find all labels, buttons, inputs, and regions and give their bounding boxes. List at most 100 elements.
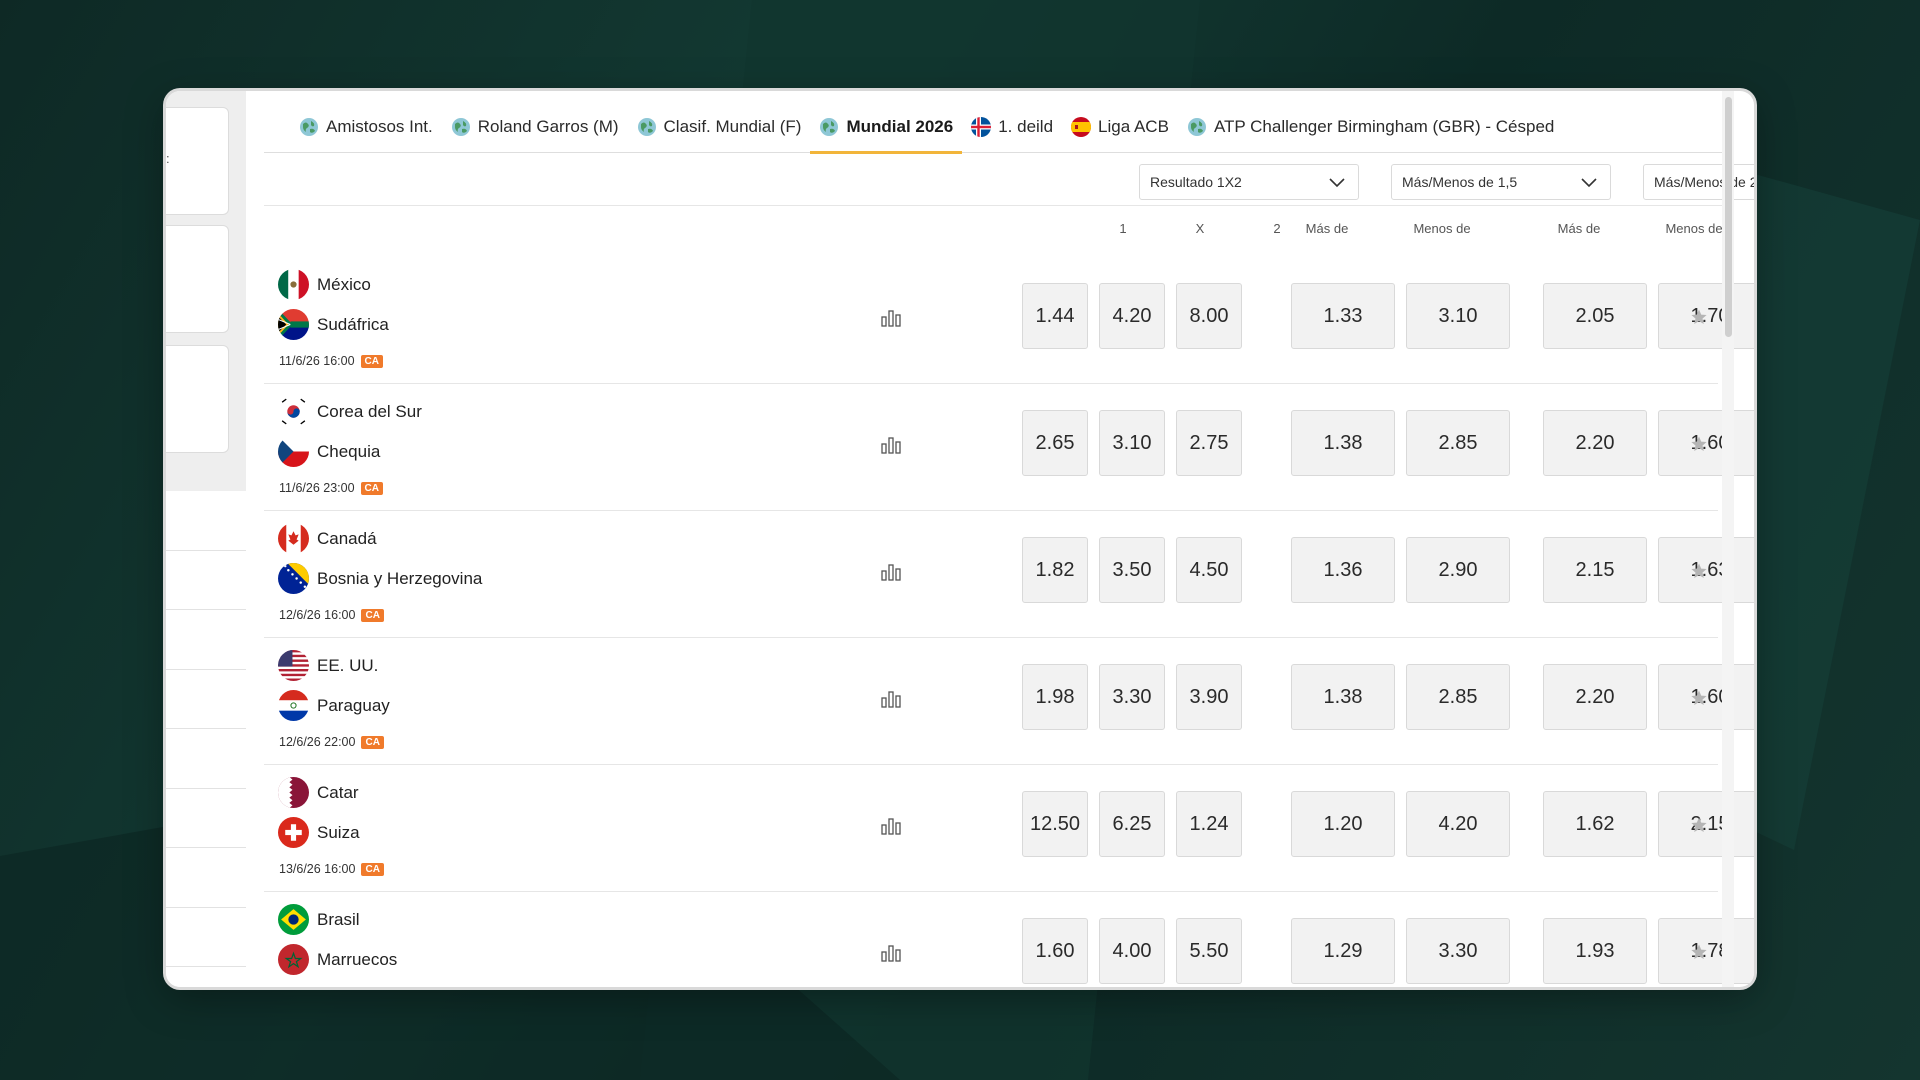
event-row: México Sudáfrica 11/6/26 16:00 CA 1.44 4.20 8.… [264, 257, 1754, 384]
tab-atp-challenger-birmingham-gbr-c-sped[interactable]: ATP Challenger Birmingham (GBR) - Césped [1178, 101, 1563, 153]
odds-button[interactable]: 2.65 [1022, 410, 1088, 476]
market-select-1x2[interactable]: Resultado 1X2 [1139, 164, 1359, 200]
odds-button[interactable]: 1.82 [1022, 537, 1088, 603]
odds-button[interactable]: 6.25 [1099, 791, 1165, 857]
czechia-flag-icon [278, 436, 309, 467]
odds-button[interactable]: 1.36 [1291, 537, 1395, 603]
favorite-star-icon[interactable] [1690, 308, 1708, 326]
column-header: Menos de [1413, 221, 1471, 236]
odds-button[interactable]: 3.10 [1099, 410, 1165, 476]
odds-button[interactable]: 1.44 [1022, 283, 1088, 349]
odds-button[interactable]: 2.20 [1543, 410, 1647, 476]
sidebar-list-item[interactable] [166, 789, 246, 848]
team-name: Corea del Sur [317, 401, 422, 421]
favorite-star-icon[interactable] [1690, 562, 1708, 580]
away-team[interactable]: Suiza [278, 817, 360, 848]
market-select-over-under-1-5[interactable]: Más/Menos de 1,5 [1391, 164, 1611, 200]
odds-button[interactable]: 3.90 [1176, 664, 1242, 730]
odds-button[interactable]: 2.05 [1543, 283, 1647, 349]
stats-icon[interactable] [880, 563, 904, 581]
odds-button[interactable]: 2.85 [1406, 410, 1510, 476]
stats-icon[interactable] [880, 944, 904, 962]
tab-label: Liga ACB [1098, 116, 1169, 136]
home-team[interactable]: Canadá [278, 523, 377, 554]
stats-icon[interactable] [880, 436, 904, 454]
sidebar-list-item[interactable] [166, 908, 246, 967]
odds-button[interactable]: 1.29 [1291, 918, 1395, 984]
favorite-star-icon[interactable] [1690, 943, 1708, 961]
event-badge: CA [360, 481, 383, 495]
home-team[interactable]: Brasil [278, 904, 360, 935]
odds-button[interactable]: 4.20 [1099, 283, 1165, 349]
odds-button[interactable]: 1.24 [1176, 791, 1242, 857]
away-team[interactable]: Chequia [278, 436, 380, 467]
column-header: Más de [1305, 221, 1349, 236]
odds-button[interactable]: 4.00 [1099, 918, 1165, 984]
odds-button[interactable]: 1.62 [1543, 791, 1647, 857]
odds-button[interactable]: 2.90 [1406, 537, 1510, 603]
sidebar-list-item[interactable] [166, 610, 246, 670]
odds-button[interactable]: 3.30 [1099, 664, 1165, 730]
stats-icon[interactable] [880, 817, 904, 835]
tab-roland-garros-m[interactable]: Roland Garros (M) [442, 101, 628, 153]
chevron-down-icon [1329, 178, 1345, 188]
home-team[interactable]: Catar [278, 777, 359, 808]
odds-button[interactable]: 3.50 [1099, 537, 1165, 603]
away-team[interactable]: Paraguay [278, 690, 390, 721]
tab-label: ATP Challenger Birmingham (GBR) - Césped [1213, 116, 1555, 136]
home-team[interactable]: México [278, 269, 371, 300]
odds-button[interactable]: 8.00 [1176, 283, 1242, 349]
team-name: Marruecos [317, 949, 398, 969]
market-selectors: Resultado 1X2 Más/Menos de 1,5 Más/Menos… [264, 154, 1754, 206]
odds-button[interactable]: 1.98 [1022, 664, 1088, 730]
odds-button[interactable]: 1.20 [1291, 791, 1395, 857]
odds-button[interactable]: 2.20 [1543, 664, 1647, 730]
tab-clasif-mundial-f[interactable]: Clasif. Mundial (F) [628, 101, 811, 153]
odds-button[interactable]: 4.50 [1176, 537, 1242, 603]
event-row: Corea del Sur Chequia 11/6/26 23:00 CA 2.65 3… [264, 384, 1754, 511]
away-team[interactable]: Marruecos [278, 944, 397, 975]
mexico-flag-icon [278, 269, 309, 300]
odds-button[interactable]: 2.15 [1543, 537, 1647, 603]
favorite-star-icon[interactable] [1690, 435, 1708, 453]
team-name: Suiza [317, 822, 360, 842]
odds-button[interactable]: 2.85 [1406, 664, 1510, 730]
odds-button[interactable]: 4.20 [1406, 791, 1510, 857]
sidebar-list-item[interactable] [166, 848, 246, 908]
sidebar-card[interactable] [166, 107, 229, 215]
tab-1-deild[interactable]: 1. deild [962, 101, 1062, 153]
odds-button[interactable]: 1.38 [1291, 664, 1395, 730]
odds-button[interactable]: 1.38 [1291, 410, 1395, 476]
odds-button[interactable]: 1.33 [1291, 283, 1395, 349]
stats-icon[interactable] [880, 690, 904, 708]
sidebar-list-item[interactable] [166, 491, 246, 551]
tab-mundial-2026[interactable]: Mundial 2026 [810, 101, 962, 154]
odds-button[interactable]: 1.60 [1022, 918, 1088, 984]
scrollbar[interactable] [1722, 91, 1734, 987]
sidebar-card[interactable] [166, 345, 229, 453]
favorite-star-icon[interactable] [1690, 816, 1708, 834]
tab-liga-acb[interactable]: Liga ACB [1062, 101, 1178, 153]
odds-button[interactable]: 1.93 [1543, 918, 1647, 984]
stats-icon[interactable] [880, 309, 904, 327]
odds-button[interactable]: 2.75 [1176, 410, 1242, 476]
sidebar-list-item[interactable] [166, 729, 246, 789]
event-badge: CA [361, 608, 384, 622]
odds-button[interactable]: 3.10 [1406, 283, 1510, 349]
odds-button[interactable]: 12.50 [1022, 791, 1088, 857]
odds-button[interactable]: 3.30 [1406, 918, 1510, 984]
spain-flag-icon [1071, 116, 1092, 137]
home-team[interactable]: Corea del Sur [278, 396, 422, 427]
odds-button[interactable]: 5.50 [1176, 918, 1242, 984]
market-select-over-under-2-5[interactable]: Más/Menos de 2,5 [1643, 164, 1754, 200]
sidebar-card[interactable] [166, 225, 229, 333]
favorite-star-icon[interactable] [1690, 689, 1708, 707]
away-team[interactable]: Sudáfrica [278, 309, 389, 340]
team-name: EE. UU. [317, 655, 379, 675]
away-team[interactable]: Bosnia y Herzegovina [278, 563, 482, 594]
sidebar-list-item[interactable] [166, 670, 246, 729]
sidebar-list-item[interactable] [166, 551, 246, 610]
scrollbar-thumb[interactable] [1725, 97, 1732, 337]
tab-amistosos-int[interactable]: Amistosos Int. [290, 101, 442, 153]
home-team[interactable]: EE. UU. [278, 650, 378, 681]
